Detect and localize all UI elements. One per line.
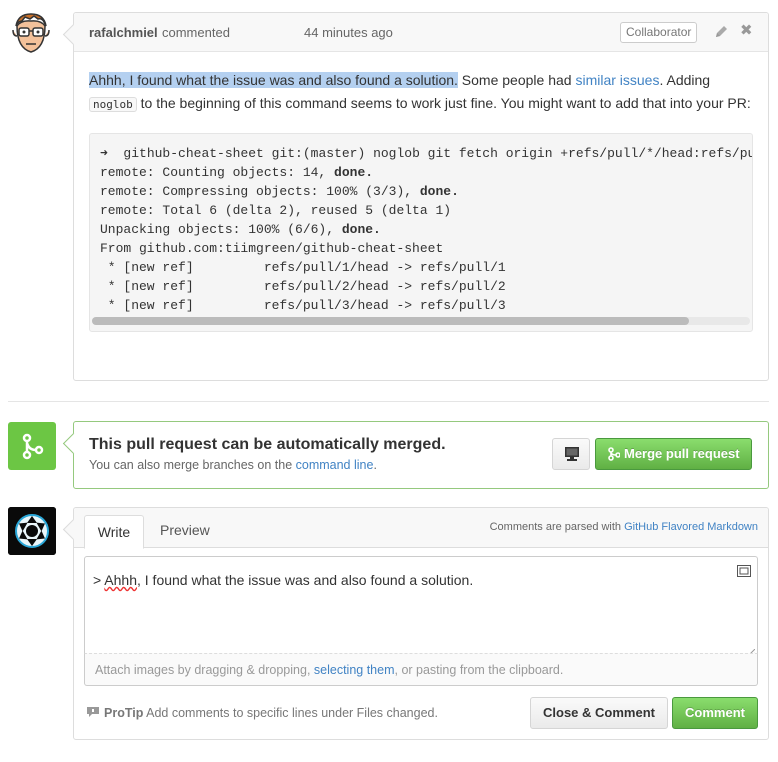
quote-prefix: > (93, 572, 105, 588)
collaborator-badge: Collaborator (620, 22, 698, 43)
tab-write[interactable]: Write (84, 515, 144, 549)
merge-status-title: This pull request can be automatically m… (89, 436, 446, 453)
fullscreen-icon[interactable] (737, 563, 751, 577)
code-line: remote: Total 6 (delta 2), reused 5 (del… (100, 201, 752, 220)
code-line: From github.com:tiimgreen/github-cheat-s… (100, 239, 752, 258)
attach-images-bar[interactable]: Attach images by dragging & dropping, se… (84, 653, 758, 686)
merge-subtext-end: . (373, 458, 377, 472)
comment-header: rafalchmiel commented 44 minutes ago Col… (74, 13, 768, 52)
comment-textarea[interactable]: > Ahhh, I found what the issue was and a… (84, 556, 758, 658)
code-lines: ➜ github-cheat-sheet git:(master) noglob… (100, 144, 753, 315)
code-line-bold: done. (341, 222, 381, 237)
code-line-text: Unpacking objects: 100% (6/6), (100, 222, 342, 237)
code-line-text: * [new ref] refs/pull/2/head -> refs/pul… (100, 279, 506, 294)
code-line: * [new ref] refs/pull/2/head -> refs/pul… (100, 277, 752, 296)
close-and-comment-button[interactable]: Close & Comment (530, 697, 668, 729)
code-line: * [new ref] refs/pull/1/head -> refs/pul… (100, 258, 752, 277)
pencil-icon[interactable] (713, 24, 729, 40)
markdown-note: Comments are parsed with GitHub Flavored… (490, 521, 758, 533)
code-line-text: ➜ github-cheat-sheet git:(master) noglob… (100, 146, 753, 161)
horizontal-scrollbar[interactable] (92, 317, 750, 325)
comment-box: rafalchmiel commented 44 minutes ago Col… (73, 12, 769, 381)
desktop-icon (565, 447, 579, 461)
comment-author-link[interactable]: rafalchmiel (89, 25, 158, 40)
merge-status-icon (8, 422, 56, 470)
merge-box: This pull request can be automatically m… (73, 421, 769, 489)
code-block[interactable]: ➜ github-cheat-sheet git:(master) noglob… (89, 133, 753, 332)
attach-text: Attach images by dragging & dropping, (95, 663, 314, 677)
protip: ProTip Add comments to specific lines un… (86, 706, 438, 720)
misspelled-word: Ahhh (104, 572, 137, 588)
code-line: * [new ref] refs/pull/3/head -> refs/pul… (100, 296, 752, 315)
comment-text-part: to the beginning of this command seems t… (136, 95, 751, 111)
protip-text: Add comments to specific lines under Fil… (143, 706, 438, 720)
scrollbar-thumb[interactable] (92, 317, 689, 325)
markdown-help-link[interactable]: GitHub Flavored Markdown (624, 521, 758, 533)
select-files-link[interactable]: selecting them (314, 663, 395, 677)
timeline-divider (8, 401, 769, 402)
comment-tip-icon (86, 706, 100, 718)
code-line: ➜ github-cheat-sheet git:(master) noglob… (100, 144, 753, 163)
comment-text: Ahhh, I found what the issue was and als… (89, 69, 753, 116)
reply-form: Write Preview Comments are parsed with G… (73, 507, 769, 740)
textarea-text: , I found what the issue was and also fo… (137, 572, 474, 588)
attach-text: , or pasting from the clipboard. (394, 663, 564, 677)
code-line-text: * [new ref] refs/pull/3/head -> refs/pul… (100, 298, 506, 313)
git-merge-icon (22, 433, 44, 460)
code-line: remote: Compressing objects: 100% (3/3),… (100, 182, 752, 201)
comment-text-part: Some people had (457, 72, 576, 88)
code-line: Unpacking objects: 100% (6/6), done. (100, 220, 752, 239)
code-line-bold: done. (334, 165, 374, 180)
comment-submit-button[interactable]: Comment (672, 697, 758, 729)
code-line-text: remote: Total 6 (delta 2), reused 5 (del… (100, 203, 452, 218)
close-icon[interactable]: ✖ (740, 23, 753, 39)
code-line-bold: done. (419, 184, 459, 199)
code-line-text: From github.com:tiimgreen/github-cheat-s… (100, 241, 444, 256)
selected-text: Ahhh, I found what the issue was and als… (89, 72, 458, 88)
resize-handle[interactable] (746, 643, 756, 658)
comment-text-part: . Adding (659, 72, 711, 88)
merge-pull-request-button[interactable]: Merge pull request (595, 438, 752, 470)
current-user-avatar[interactable] (8, 507, 56, 555)
merge-button-label: Merge pull request (624, 446, 740, 461)
command-line-link[interactable]: command line (296, 458, 374, 472)
code-line-text: remote: Counting objects: 14, (100, 165, 335, 180)
open-in-desktop-button[interactable] (552, 438, 590, 470)
reply-tabs: Write Preview Comments are parsed with G… (74, 508, 768, 549)
author-avatar[interactable] (8, 10, 54, 56)
protip-label: ProTip (104, 706, 144, 720)
markdown-note-text: Comments are parsed with (489, 521, 625, 533)
merge-status-subtext: You can also merge branches on the comma… (89, 458, 377, 472)
comment-action-text: commented (162, 25, 230, 40)
code-line-text: remote: Compressing objects: 100% (3/3), (100, 184, 420, 199)
comment-body: Ahhh, I found what the issue was and als… (74, 52, 768, 332)
merge-subtext-part: You can also merge branches on the (89, 458, 296, 472)
similar-issues-link[interactable]: similar issues (575, 72, 659, 88)
code-line: remote: Counting objects: 14, done. (100, 163, 752, 182)
git-merge-icon (608, 447, 620, 461)
comment-timestamp-link[interactable]: 44 minutes ago (304, 25, 393, 40)
inline-code: noglob (89, 97, 137, 112)
code-line-text: * [new ref] refs/pull/1/head -> refs/pul… (100, 260, 506, 275)
tab-preview[interactable]: Preview (160, 522, 210, 538)
